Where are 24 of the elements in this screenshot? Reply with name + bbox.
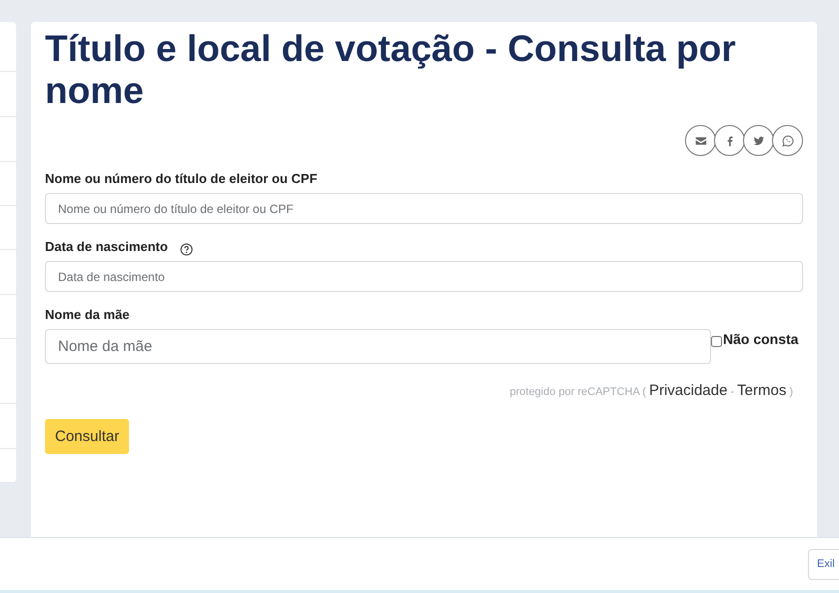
text-input[interactable]: Nome da mãe: [45, 329, 711, 364]
text-input[interactable]: Nome ou número do título de eleitor ou CPF: [45, 193, 803, 224]
recaptcha-link[interactable]: Privacidade: [649, 382, 728, 399]
text-input[interactable]: Data de nascimento: [45, 261, 803, 292]
checkbox-label: Não consta: [723, 331, 798, 347]
separator-text: -: [730, 386, 734, 398]
share-whatsapp-button[interactable]: [772, 125, 803, 156]
footer-button[interactable]: Exil: [808, 548, 839, 580]
share-twitter-button[interactable]: [743, 125, 774, 156]
chat-bubble-icon: [782, 134, 794, 146]
closing-parenthesis: ): [789, 386, 793, 398]
page-title: Título e local de votação - Consulta por nome: [45, 28, 737, 112]
field-label: Nome ou número do título de eleitor ou CPF: [45, 170, 318, 186]
checkbox[interactable]: [711, 336, 722, 346]
submit-button[interactable]: Consultar: [45, 419, 130, 454]
envelope-icon: [694, 134, 706, 146]
field-label: Nome da mãe: [45, 306, 130, 322]
bird-icon: [752, 134, 764, 146]
share-email-button[interactable]: [685, 125, 716, 156]
field-label: Data de nascimento: [45, 238, 168, 254]
recaptcha-link[interactable]: Termos: [737, 382, 786, 399]
help-icon[interactable]: [180, 242, 193, 256]
recaptcha-text: protegido por reCAPTCHA (: [510, 386, 646, 398]
share-facebook-button[interactable]: [714, 125, 745, 156]
